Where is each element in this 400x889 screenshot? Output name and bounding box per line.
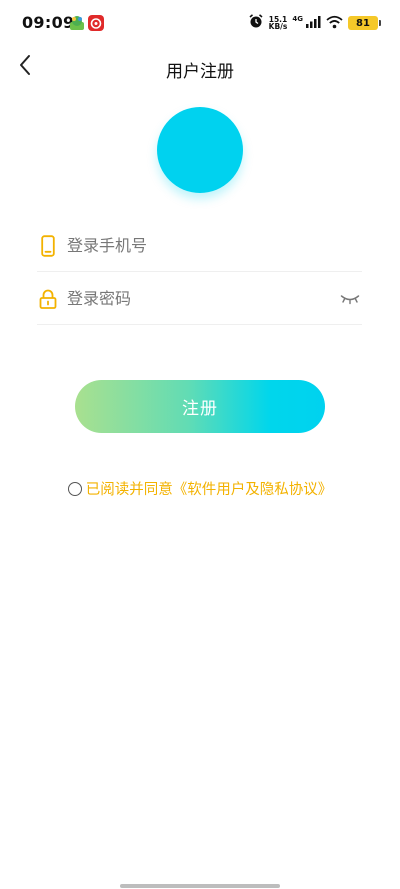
status-right: 15.1 KB/s 4G 81 <box>248 13 381 33</box>
register-button-label: 注册 <box>182 399 218 419</box>
battery-icon: 81 <box>348 16 381 30</box>
page-title: 用户注册 <box>166 62 234 82</box>
status-time: 09:09 <box>22 13 75 32</box>
agreement-link[interactable]: 《软件用户及隐私协议》 <box>173 478 333 499</box>
net-speed-unit: KB/s <box>268 22 288 31</box>
register-button[interactable]: 注册 <box>75 380 325 433</box>
password-input[interactable] <box>67 283 338 314</box>
network-type: 4G <box>292 15 303 23</box>
net-speed: 15.1 KB/s <box>268 15 288 31</box>
signal-icon <box>305 14 321 33</box>
battery-level: 81 <box>356 17 370 29</box>
red-app-icon <box>88 15 104 31</box>
avatar[interactable] <box>157 107 243 193</box>
lock-icon <box>37 288 59 310</box>
phone-icon <box>37 234 59 257</box>
green-app-icon <box>69 15 85 31</box>
phone-input[interactable] <box>67 230 362 261</box>
phone-field-row <box>37 220 362 272</box>
wifi-icon <box>326 14 343 33</box>
alarm-icon <box>248 13 264 33</box>
agreement-text: 已阅读并同意 <box>85 482 173 498</box>
agreement-row: 已阅读并同意 《软件用户及隐私协议》 <box>0 478 400 499</box>
agree-radio[interactable] <box>67 481 82 496</box>
home-indicator <box>120 884 280 888</box>
password-field-row <box>37 273 362 325</box>
eye-closed-icon[interactable] <box>338 287 362 311</box>
status-bar: 09:09 15.1 KB/s 4G 81 <box>0 0 400 46</box>
